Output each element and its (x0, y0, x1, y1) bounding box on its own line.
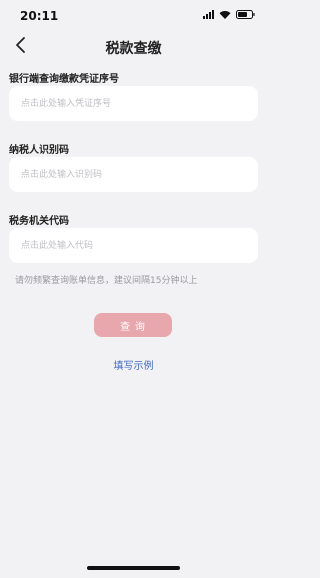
taxpayer-id-label: 纳税人识别码 (9, 145, 69, 156)
query-button[interactable]: 查 询 (94, 313, 172, 337)
tax-office-code-input[interactable] (9, 228, 258, 263)
signal-icon (203, 10, 214, 19)
navigation-bar: 税款查缴 (0, 30, 267, 62)
taxpayer-id-field[interactable] (9, 157, 258, 192)
home-indicator (87, 566, 180, 570)
status-time: 20:11 (20, 9, 59, 23)
wifi-icon (219, 10, 231, 19)
battery-icon (236, 10, 255, 19)
tax-office-code-field[interactable] (9, 228, 258, 263)
page-title: 税款查缴 (105, 41, 162, 57)
status-icons (203, 10, 255, 19)
taxpayer-id-input[interactable] (9, 157, 258, 192)
voucher-number-input[interactable] (9, 86, 258, 121)
status-bar: 20:11 (0, 0, 267, 30)
fill-example-link[interactable]: 填写示例 (0, 357, 267, 372)
query-hint: 请勿频繁查询账单信息，建议间隔15分钟以上 (15, 276, 198, 286)
tax-office-code-label: 税务机关代码 (9, 216, 69, 227)
voucher-number-label: 银行端查询缴款凭证序号 (9, 74, 119, 85)
voucher-number-field[interactable] (9, 86, 258, 121)
